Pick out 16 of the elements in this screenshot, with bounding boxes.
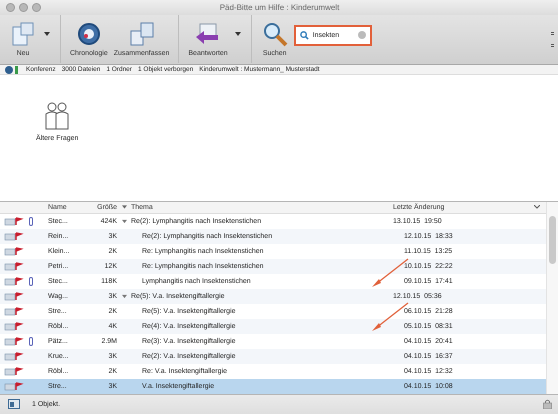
- dropdown-caret-icon[interactable]: [44, 32, 50, 36]
- disclosure-triangle-icon[interactable]: [122, 218, 126, 224]
- lock-icon: [543, 399, 552, 410]
- dropdown-caret-icon[interactable]: [534, 205, 540, 210]
- sort-arrow-icon: [122, 205, 126, 210]
- documents-icon: [128, 21, 156, 48]
- scrollbar[interactable]: [546, 202, 558, 394]
- disclosure-triangle-icon[interactable]: [122, 294, 126, 299]
- search-icon: [300, 30, 309, 40]
- minimize-button[interactable]: [19, 2, 28, 12]
- zoom-button[interactable]: [32, 2, 41, 12]
- people-icon: [44, 101, 70, 132]
- window-title: Päd-Bitte um Hilfe : Kinderumwelt: [220, 2, 340, 12]
- close-button[interactable]: [6, 2, 15, 12]
- dropdown-caret-icon[interactable]: [234, 32, 241, 36]
- panel-toggle-icon[interactable]: [8, 399, 20, 410]
